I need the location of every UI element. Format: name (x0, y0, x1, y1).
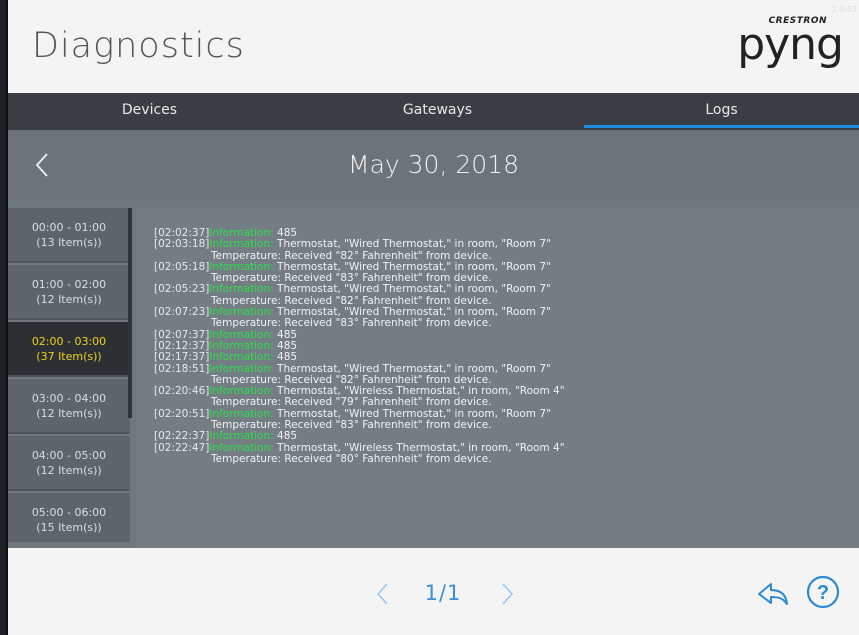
tab-devices[interactable]: Devices (8, 93, 291, 130)
log-message: Thermostat, "Wired Thermostat," in room,… (277, 362, 551, 375)
log-message: Thermostat, "Wired Thermostat," in room,… (277, 306, 551, 319)
hour-list-scrollbar[interactable] (128, 208, 132, 418)
next-page-button[interactable] (498, 582, 516, 606)
crestron-pyng-logo: CRESTRON pyng (737, 14, 844, 78)
help-button[interactable]: ? (806, 575, 840, 609)
log-message: 485 (277, 227, 298, 239)
log-level: Information: (209, 430, 274, 443)
log-message-detail: Temperature: Received "80° Fahrenheit" f… (211, 452, 492, 465)
log-level: Information: (209, 385, 274, 398)
log-level: Information: (209, 238, 274, 251)
hour-range: 02:00 - 03:00 (31, 335, 107, 348)
log-level: Information: (209, 260, 274, 273)
log-timestamp: [02:07:37] (154, 328, 210, 341)
log-level: Information: (209, 339, 274, 352)
log-timestamp: [02:07:23] (154, 306, 210, 319)
log-level: Information: (209, 351, 274, 364)
pager: 1/1 (368, 578, 518, 608)
log-timestamp: [02:22:47] (154, 441, 210, 454)
log-timestamp: [02:20:46] (154, 385, 210, 398)
log-timestamp: [02:12:37] (154, 339, 210, 352)
log-content: 00:00 - 01:00 (13 Item(s)) 01:00 - 02:00 (… (8, 200, 859, 548)
app-frame: Diagnostics CRESTRON pyng 2.0.03 Devices… (6, 0, 859, 635)
tab-logs[interactable]: Logs (584, 93, 859, 130)
log-level: Information: (209, 283, 274, 296)
log-timestamp: [02:03:18] (154, 238, 210, 251)
log-entry: [02:22:47]Information: Thermostat, "Wire… (154, 441, 565, 466)
hour-range: 00:00 - 01:00 (31, 221, 107, 234)
hour-item-selected[interactable]: 02:00 - 03:00 (37 Item(s)) (8, 322, 130, 377)
log-timestamp: [02:22:37] (154, 430, 210, 443)
log-level: Information: (209, 441, 274, 454)
log-timestamp: [02:18:51] (154, 362, 210, 375)
logo-text: pyng (737, 19, 844, 70)
log-message: 485 (277, 328, 298, 341)
log-line: [02:03:18]Information: Thermostat, "Wire… (154, 239, 565, 250)
version-tag: 2.0.03 (831, 5, 857, 14)
log-entry: [02:05:18]Information: Thermostat, "Wire… (154, 260, 565, 285)
tab-bar: Devices Gateways Logs (8, 93, 859, 130)
hour-count: (37 Item(s)) (36, 350, 102, 363)
log-message: Thermostat, "Wired Thermostat," in room,… (277, 260, 551, 273)
log-timestamp: [02:20:51] (154, 407, 210, 420)
log-level: Information: (209, 306, 274, 319)
log-message: Thermostat, "Wired Thermostat," in room,… (277, 407, 551, 420)
hour-range: 01:00 - 02:00 (31, 278, 107, 291)
log-panel[interactable]: [02:02:37]Information: 485 [02:03:18]Info… (136, 208, 859, 548)
log-message: Thermostat, "Wireless Thermostat," in ro… (277, 441, 565, 454)
log-date: May 30, 2018 (348, 150, 519, 179)
tab-label: Logs (705, 102, 738, 118)
log-entry: [02:20:46]Information: Thermostat, "Wire… (154, 386, 565, 409)
share-button[interactable] (756, 580, 790, 608)
log-message: 485 (277, 351, 298, 364)
log-entries: [02:02:37]Information: 485 [02:03:18]Info… (154, 227, 565, 466)
page-title: Diagnostics (32, 26, 245, 66)
log-entry: [02:05:23]Information: Thermostat, "Wire… (154, 284, 565, 307)
log-timestamp: [02:05:23] (154, 283, 210, 296)
log-level: Information: (209, 362, 274, 375)
hour-range: 04:00 - 05:00 (31, 449, 107, 462)
page-indicator: 1/1 (424, 581, 462, 605)
hour-count: (12 Item(s)) (36, 407, 102, 420)
log-message: 485 (277, 339, 298, 352)
header: Diagnostics CRESTRON pyng 2.0.03 (8, 0, 859, 93)
log-entry: [02:20:51]Information: Thermostat, "Wire… (154, 407, 565, 432)
help-icon: ? (806, 575, 840, 609)
log-level: Information: (209, 328, 274, 341)
log-message: 485 (277, 430, 298, 443)
log-message: Thermostat, "Wired Thermostat," in room,… (277, 283, 551, 296)
share-back-icon (758, 583, 788, 605)
log-entry: [02:18:51]Information: Thermostat, "Wire… (154, 362, 565, 387)
date-bar: May 30, 2018 (8, 130, 859, 200)
log-timestamp: [02:17:37] (154, 351, 210, 364)
hour-count: (15 Item(s)) (36, 521, 102, 534)
log-timestamp: [02:02:37] (154, 227, 210, 239)
hour-range: 03:00 - 04:00 (31, 392, 107, 405)
tab-label: Devices (121, 102, 178, 118)
hour-count: (12 Item(s)) (36, 293, 102, 306)
hour-item[interactable]: 03:00 - 04:00 (12 Item(s)) (8, 379, 130, 434)
log-level: Information: (209, 227, 274, 239)
hour-item[interactable]: 01:00 - 02:00 (12 Item(s)) (8, 265, 130, 320)
tab-label: Gateways (402, 102, 473, 118)
chevron-right-icon (502, 583, 514, 605)
log-message: Thermostat, "Wireless Thermostat," in ro… (277, 385, 565, 398)
hour-count: (12 Item(s)) (36, 464, 102, 477)
hour-item[interactable]: 04:00 - 05:00 (12 Item(s)) (8, 436, 130, 491)
tab-gateways[interactable]: Gateways (291, 93, 584, 130)
hour-item[interactable]: 00:00 - 01:00 (13 Item(s)) (8, 208, 130, 263)
log-timestamp: [02:05:18] (154, 260, 210, 273)
log-level: Information: (209, 407, 274, 420)
log-entry: [02:03:18]Information: Thermostat, "Wire… (154, 239, 565, 262)
hour-list[interactable]: 00:00 - 01:00 (13 Item(s)) 01:00 - 02:00 (… (8, 208, 130, 542)
svg-text:?: ? (817, 582, 829, 604)
hour-range: 05:00 - 06:00 (31, 506, 107, 519)
log-entry: [02:07:23]Information: Thermostat, "Wire… (154, 306, 565, 330)
log-message: Thermostat, "Wired Thermostat," in room,… (277, 238, 551, 251)
log-fade (136, 530, 859, 548)
hour-item[interactable]: 05:00 - 06:00 (15 Item(s)) (8, 493, 130, 542)
hour-count: (13 Item(s)) (36, 236, 102, 249)
footer: 1/1 ? (8, 548, 859, 635)
